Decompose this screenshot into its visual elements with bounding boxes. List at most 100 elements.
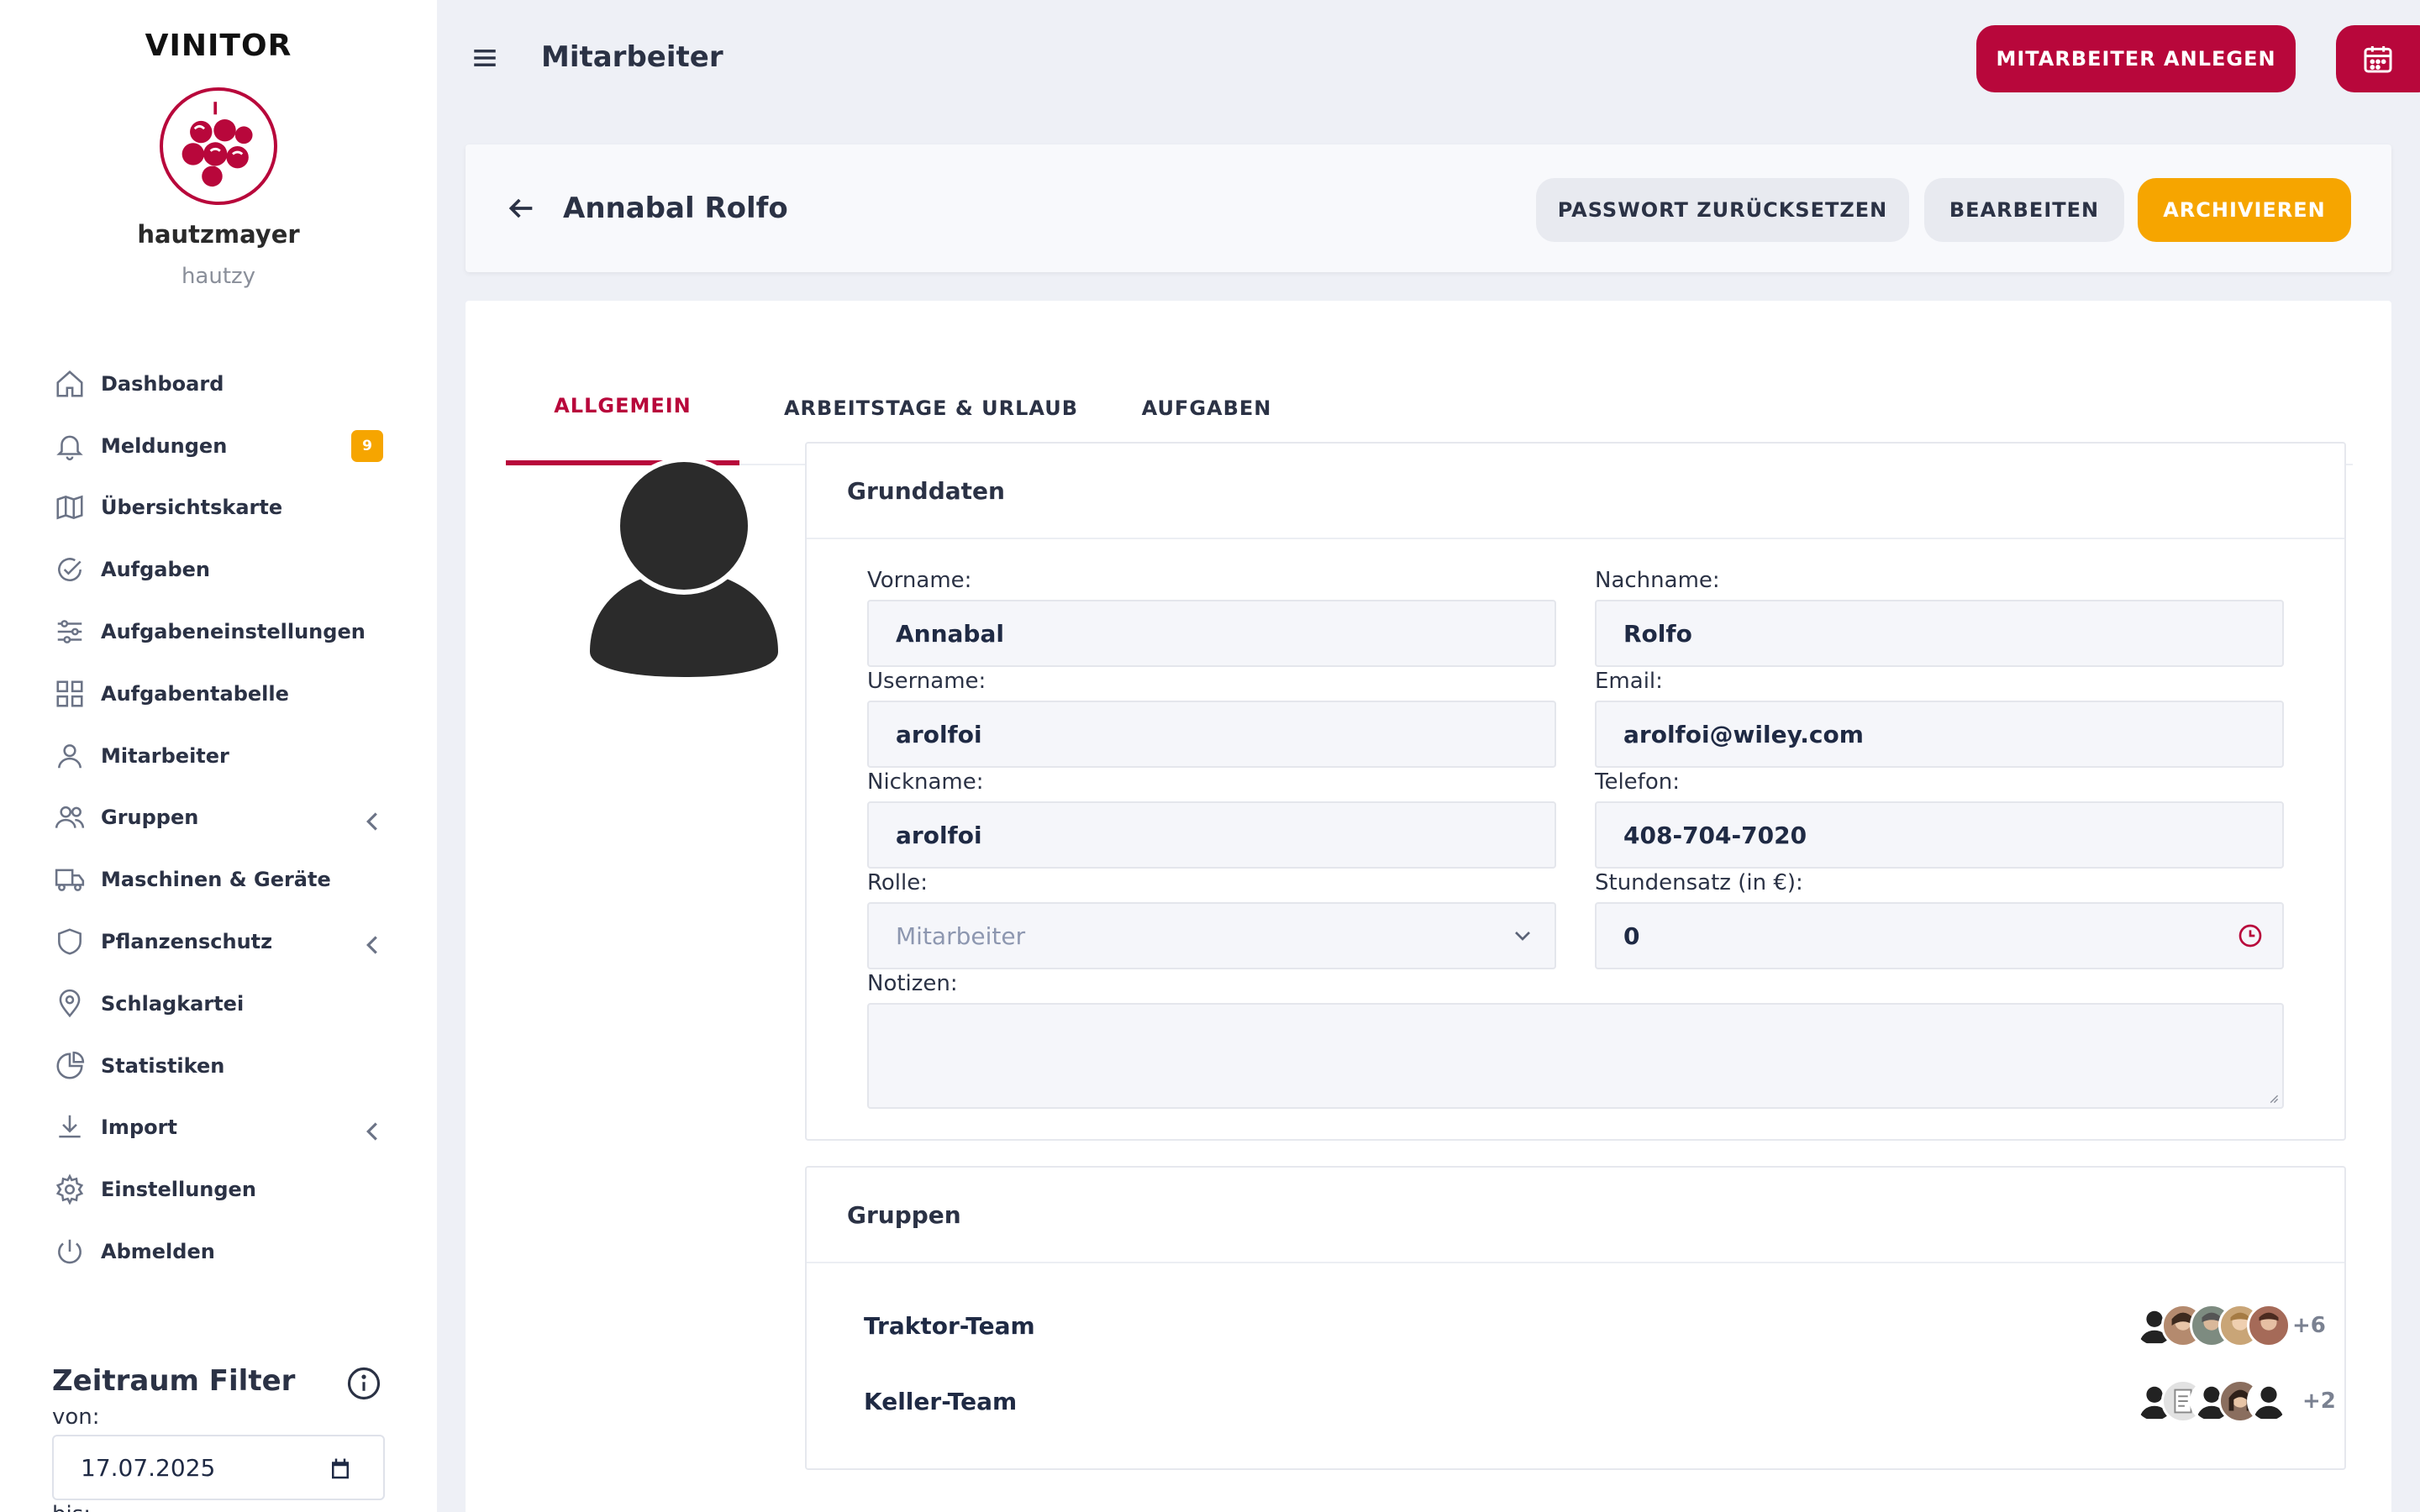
stundensatz-field[interactable]: 0	[1595, 902, 2284, 969]
rolle-label: Rolle:	[867, 870, 929, 895]
sidebar-item-label: Mitarbeiter	[101, 743, 229, 768]
info-icon[interactable]	[346, 1366, 381, 1401]
create-employee-button[interactable]: MITARBEITER ANLEGEN	[1976, 25, 2296, 92]
group-name: Traktor-Team	[864, 1311, 1035, 1340]
employee-header-card: Annabal Rolfo PASSWORT ZURÜCKSETZEN BEAR…	[466, 144, 2391, 272]
sidebar-item-label: Maschinen & Geräte	[101, 868, 331, 892]
member-avatar	[2247, 1304, 2291, 1347]
sidebar-item-statistiken[interactable]: Statistiken	[0, 1035, 437, 1097]
resize-handle-icon[interactable]	[2267, 1092, 2279, 1104]
map-icon	[56, 496, 83, 520]
filter-from-date-value: 17.07.2025	[81, 1453, 216, 1482]
user-icon	[58, 743, 82, 769]
sidebar-item-aufgabentabelle[interactable]: Aufgabentabelle	[0, 663, 437, 725]
grunddaten-title: Grunddaten	[807, 444, 2344, 539]
download-icon	[59, 1116, 81, 1138]
username-field[interactable]: arolfoi	[867, 701, 1556, 768]
truck-icon	[55, 869, 85, 892]
hamburger-menu-icon[interactable]	[471, 44, 499, 72]
sidebar-item-maschinen[interactable]: Maschinen & Geräte	[0, 848, 437, 911]
pie-chart-icon	[56, 1051, 85, 1079]
sidebar-item-gruppen[interactable]: Gruppen	[0, 787, 437, 849]
employee-name: Annabal Rolfo	[563, 192, 788, 225]
brand-name: VINITOR	[145, 29, 292, 63]
reset-password-button[interactable]: PASSWORT ZURÜCKSETZEN	[1536, 178, 1909, 242]
rolle-value: Mitarbeiter	[896, 921, 1026, 950]
sidebar-item-label: Schlagkartei	[101, 991, 245, 1016]
grid-icon	[56, 680, 83, 707]
group-member-avatars[interactable]: +6	[2133, 1300, 2326, 1351]
map-pin-icon	[59, 989, 81, 1018]
stundensatz-value: 0	[1623, 921, 1640, 950]
gruppen-title: Gruppen	[807, 1168, 2344, 1263]
group-row: Keller-Team	[864, 1376, 1017, 1426]
sidebar-item-aufgaben[interactable]: Aufgaben	[0, 538, 437, 601]
notizen-textarea[interactable]	[867, 1003, 2284, 1109]
sidebar-item-import[interactable]: Import	[0, 1097, 437, 1159]
stundensatz-label: Stundensatz (in €):	[1595, 870, 1803, 895]
group-name: Keller-Team	[864, 1387, 1018, 1415]
gruppen-section: Gruppen Traktor-Team +6 Keller-Team +2	[805, 1166, 2346, 1470]
sidebar-item-uebersichtskarte[interactable]: Übersichtskarte	[0, 477, 437, 539]
page-title: Mitarbeiter	[541, 40, 723, 74]
sidebar-item-label: Statistiken	[101, 1053, 225, 1078]
gear-icon	[55, 1173, 84, 1205]
chevron-left-icon	[366, 936, 377, 954]
home-icon	[56, 370, 83, 397]
sidebar-item-meldungen[interactable]: Meldungen 9	[0, 415, 437, 477]
sidebar-item-aufgabeneinstellungen[interactable]: Aufgabeneinstellungen	[0, 601, 437, 663]
notification-badge: 9	[351, 429, 383, 462]
email-field[interactable]: arolfoi@wiley.com	[1595, 701, 2284, 768]
member-avatar	[2247, 1379, 2291, 1423]
user-avatar-placeholder-icon	[590, 457, 778, 677]
telefon-label: Telefon:	[1595, 769, 1680, 795]
sidebar-nav: Dashboard Meldungen 9 Übersichtskarte Au…	[0, 353, 437, 1283]
sidebar-item-label: Aufgabentabelle	[101, 681, 289, 706]
more-members-count: +6	[2292, 1313, 2326, 1338]
vorname-field[interactable]: Annabal	[867, 600, 1556, 667]
notizen-label: Notizen:	[867, 971, 958, 996]
group-member-avatars[interactable]: +2	[2133, 1376, 2336, 1426]
check-circle-icon	[58, 558, 82, 582]
calendar-button[interactable]	[2336, 25, 2420, 92]
rolle-select[interactable]: Mitarbeiter	[867, 902, 1556, 969]
telefon-field[interactable]: 408-704-7020	[1595, 801, 2284, 869]
sidebar-item-mitarbeiter[interactable]: Mitarbeiter	[0, 725, 437, 787]
sidebar-item-label: Einstellungen	[101, 1178, 256, 1202]
shield-icon	[58, 928, 82, 955]
user-handle: hautzy	[181, 264, 256, 289]
sidebar-item-schlagkartei[interactable]: Schlagkartei	[0, 973, 437, 1035]
sidebar-item-einstellungen[interactable]: Einstellungen	[0, 1158, 437, 1221]
sidebar-item-dashboard[interactable]: Dashboard	[0, 353, 437, 415]
grunddaten-section: Grunddaten Vorname: Annabal Nachname: Ro…	[805, 442, 2346, 1141]
filter-to-label: bis:	[52, 1502, 91, 1512]
group-row: Traktor-Team	[864, 1300, 1035, 1351]
sidebar-item-abmelden[interactable]: Abmelden	[0, 1221, 437, 1283]
sidebar-item-label: Abmelden	[101, 1240, 215, 1264]
sidebar-item-pflanzenschutz[interactable]: Pflanzenschutz	[0, 911, 437, 973]
user-photo-icon	[2259, 1312, 2279, 1331]
username-label: Username:	[867, 669, 986, 694]
power-icon	[58, 1239, 82, 1264]
calendar-icon	[2364, 46, 2392, 73]
chevron-left-icon	[366, 1121, 377, 1141]
vorname-label: Vorname:	[867, 568, 972, 593]
edit-button[interactable]: BEARBEITEN	[1924, 178, 2124, 242]
email-label: Email:	[1595, 669, 1663, 694]
chevron-left-icon	[366, 811, 377, 831]
archive-button[interactable]: ARCHIVIEREN	[2138, 178, 2351, 242]
calendar-icon[interactable]	[328, 1457, 353, 1482]
user-silhouette-icon	[2254, 1386, 2284, 1420]
nickname-label: Nickname:	[867, 769, 984, 795]
sliders-icon	[57, 620, 82, 644]
nachname-field[interactable]: Rolfo	[1595, 600, 2284, 667]
bell-icon	[56, 435, 83, 460]
arrow-left-icon[interactable]	[504, 192, 538, 225]
sidebar-item-label: Aufgaben	[101, 558, 211, 582]
sidebar-item-label: Meldungen	[101, 433, 228, 458]
clock-icon	[2238, 924, 2262, 948]
filter-from-date-input[interactable]: 17.07.2025	[52, 1435, 385, 1500]
users-icon	[55, 806, 85, 829]
nickname-field[interactable]: arolfoi	[867, 801, 1556, 869]
filter-from-label: von:	[52, 1404, 100, 1430]
